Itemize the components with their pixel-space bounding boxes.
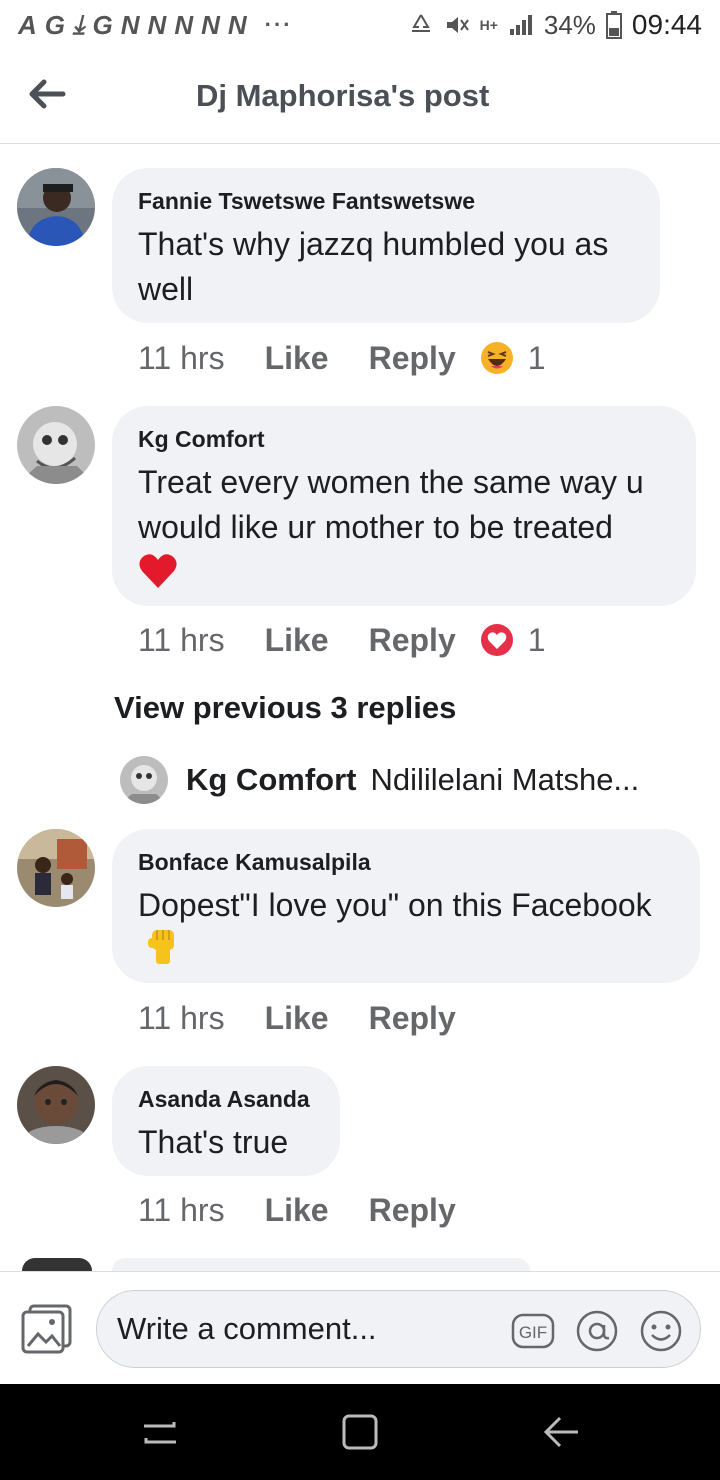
comment-input[interactable] [117, 1291, 497, 1367]
reply-preview[interactable]: Kg Comfort Ndililelani Matshe... [120, 756, 639, 804]
like-button[interactable]: Like [265, 340, 329, 377]
comment-bubble[interactable]: Asanda Asanda That's true [112, 1066, 340, 1176]
recent-apps-icon [144, 1422, 176, 1444]
clock: 09:44 [631, 9, 702, 40]
comment-time[interactable]: 11 hrs [138, 340, 225, 377]
haha-icon [480, 342, 513, 374]
love-icon [480, 624, 513, 656]
notification-n-icon: N [174, 9, 194, 40]
comment-text: That's why jazzq humbled you as well [138, 226, 609, 307]
comment-text: Dopest"I love you" on this Facebook [138, 887, 652, 923]
reply-button[interactable]: Reply [369, 1000, 456, 1037]
reaction-count: 1 [527, 339, 546, 376]
app-header: Dj Maphorisa's post [0, 50, 720, 144]
nav-back-button[interactable] [542, 1412, 582, 1452]
home-button[interactable] [340, 1412, 380, 1452]
like-button[interactable]: Like [265, 1000, 329, 1037]
notification-icons: A G ⤓ G N N N N N ··· [18, 9, 293, 41]
reply-author[interactable]: Kg Comfort [186, 762, 356, 798]
raised-fist-emoji: ✊ [148, 930, 174, 964]
comment-actions: 11 hrs Like Reply [138, 996, 456, 1040]
mute-icon [446, 17, 469, 33]
comment-text: Treat every women the same way u would l… [138, 464, 644, 545]
comment-actions: 11 hrs Like Reply [138, 1188, 456, 1232]
svg-text:GIF: GIF [519, 1323, 547, 1342]
comment-input-box[interactable]: GIF [96, 1290, 701, 1368]
reply-text: Ndililelani Matshe... [370, 762, 640, 797]
photo-button[interactable] [20, 1302, 74, 1356]
reaction-summary[interactable]: 1 [480, 622, 546, 659]
alert-icon: A [18, 9, 37, 40]
reaction-count: 1 [527, 621, 546, 658]
reaction-summary[interactable]: 1 [480, 340, 546, 377]
comment-author[interactable]: Asanda Asanda [138, 1084, 314, 1114]
more-notifications-icon: ··· [264, 12, 293, 37]
system-nav-bar [0, 1384, 720, 1480]
comment-time[interactable]: 11 hrs [138, 1000, 225, 1037]
comment-actions: 11 hrs Like Reply 1 [138, 618, 546, 662]
view-previous-replies-link[interactable]: View previous 3 replies [114, 690, 456, 726]
google-icon: G [44, 9, 66, 40]
like-button[interactable]: Like [265, 622, 329, 659]
comment-bubble[interactable]: Kg Comfort Treat every women the same wa… [112, 406, 696, 606]
avatar[interactable] [22, 1258, 92, 1271]
comment-bubble[interactable]: Fannie Tswetswe Fantswetswe That's why j… [112, 168, 660, 323]
download-icon: ⤓ [73, 9, 85, 39]
avatar[interactable] [17, 829, 95, 907]
back-icon [543, 1416, 578, 1448]
battery-icon [605, 11, 622, 39]
avatar[interactable] [17, 406, 95, 484]
system-icons: H+ 34% 09:44 [408, 9, 702, 41]
reply-button[interactable]: Reply [369, 1192, 456, 1229]
comment-author[interactable]: Kg Comfort [138, 424, 670, 454]
battery-percent: 34% [543, 9, 596, 40]
reply-button[interactable]: Reply [369, 622, 456, 659]
comment-bubble[interactable]: Bonface Kamusalpila Dopest"I love you" o… [112, 829, 700, 983]
comment-time[interactable]: 11 hrs [138, 1192, 225, 1229]
recent-apps-button[interactable] [140, 1412, 180, 1452]
recycle-icon [411, 14, 430, 32]
comment-author[interactable]: Fannie Tswetswe Fantswetswe [138, 186, 634, 216]
gif-button[interactable]: GIF [511, 1309, 555, 1353]
emoji-button[interactable] [639, 1309, 683, 1353]
avatar[interactable] [17, 168, 95, 246]
smiley-icon [640, 1310, 682, 1352]
gif-icon: GIF [511, 1313, 555, 1349]
notification-n-icon: N [227, 9, 247, 40]
mention-button[interactable] [575, 1309, 619, 1353]
back-arrow-icon [29, 79, 66, 109]
google-icon: G [92, 9, 113, 40]
like-button[interactable]: Like [265, 1192, 329, 1229]
comment-composer: GIF [0, 1271, 720, 1384]
comment-author[interactable]: Bonface Kamusalpila [138, 847, 674, 877]
back-button[interactable] [24, 74, 70, 114]
avatar[interactable] [120, 756, 168, 804]
network-type-label: H+ [479, 17, 498, 33]
home-icon [342, 1414, 378, 1450]
comment-time[interactable]: 11 hrs [138, 622, 225, 659]
status-bar: A G ⤓ G N N N N N ··· H+ 34% 09:44 [0, 0, 720, 50]
avatar[interactable] [17, 1066, 95, 1144]
comment-text: That's true [138, 1124, 289, 1160]
page-title: Dj Maphorisa's post [196, 78, 490, 113]
comment-bubble[interactable] [112, 1258, 530, 1271]
notification-n-icon: N [120, 9, 140, 40]
photo-icon [21, 1304, 72, 1354]
notification-n-icon: N [201, 9, 220, 40]
notification-n-icon: N [147, 9, 167, 40]
signal-icon [509, 15, 532, 35]
heart-emoji: ❤️ [139, 554, 177, 588]
comment-actions: 11 hrs Like Reply 1 [138, 336, 546, 380]
at-sign-icon [576, 1310, 618, 1352]
reply-button[interactable]: Reply [369, 340, 456, 377]
